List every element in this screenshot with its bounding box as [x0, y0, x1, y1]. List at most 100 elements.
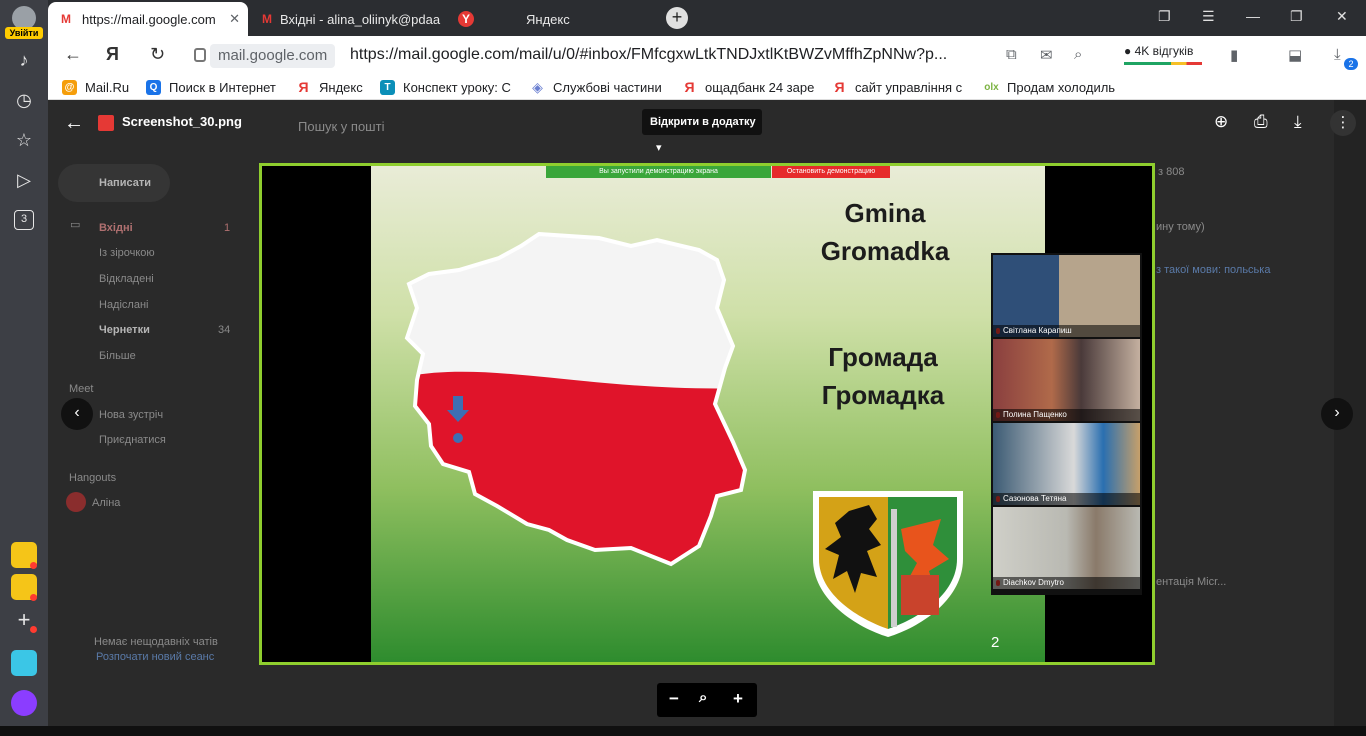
- participant-video[interactable]: Diachkov Dmytro: [993, 507, 1140, 589]
- participant-name: Diachkov Dmytro: [993, 577, 1140, 589]
- olx-icon: olx: [984, 82, 999, 93]
- viewer-toolbar: ← Screenshot_30.png Відкрити в додатку ▾…: [48, 100, 1366, 154]
- translate-icon[interactable]: ⧉: [1006, 46, 1017, 63]
- tab-gmail-active[interactable]: M https://mail.google.com ✕: [48, 2, 248, 36]
- poland-flag-map: [404, 231, 748, 567]
- yandex-icon: Я: [684, 79, 695, 95]
- start-chat-link[interactable]: Розпочати новий сеанс: [96, 651, 214, 663]
- tab-label: Вхідні - alina_oliinyk@pdaa: [280, 11, 441, 27]
- open-in-app-button[interactable]: Відкрити в додатку ▾: [642, 109, 762, 154]
- bookmark-item[interactable]: olx Продам холодиль: [984, 80, 1115, 95]
- bookmark-item[interactable]: Ясайт управління с: [832, 79, 963, 96]
- zoom-in-icon[interactable]: +: [733, 689, 743, 709]
- notification-dot: [30, 562, 37, 569]
- open-in-label: Відкрити в додатку: [650, 116, 756, 128]
- title-line: Gmina: [844, 198, 926, 228]
- zoom-controls: − ⌕ +: [657, 683, 757, 717]
- download-icon[interactable]: ⤓: [1294, 112, 1302, 132]
- dropdown-arrow-icon: ▾: [656, 142, 662, 154]
- slide-title-cyrillic: Громада Громадка: [799, 338, 967, 414]
- tab-label: Яндекс: [526, 11, 570, 27]
- nav-snoozed[interactable]: Відкладені: [99, 273, 154, 285]
- login-button[interactable]: Увійти: [5, 27, 43, 39]
- title-line: Громада: [828, 342, 938, 372]
- play-icon[interactable]: ▷: [12, 168, 36, 192]
- bookmark-item[interactable]: @ Mail.Ru: [62, 80, 129, 95]
- bookmark-label: сайт управління с: [855, 80, 963, 95]
- back-arrow-icon[interactable]: ←: [64, 112, 84, 135]
- compose-label: Написати: [99, 177, 151, 189]
- meet-new[interactable]: Нова зустріч: [99, 409, 163, 421]
- domain-chip[interactable]: mail.google.com: [210, 44, 336, 68]
- participant-video[interactable]: Світлана Карапиш: [993, 255, 1140, 337]
- tab-inbox[interactable]: M Вхідні - alina_oliinyk@pdaa: [252, 4, 442, 34]
- nav-drafts[interactable]: Чернетки: [99, 324, 150, 336]
- mail-icon[interactable]: ✉: [1040, 46, 1053, 64]
- downloads-icon[interactable]: ⤓: [1334, 46, 1341, 63]
- bookmark-label: Продам холодиль: [1007, 80, 1116, 95]
- nav-inbox[interactable]: Вхідні: [99, 222, 133, 234]
- nav-inbox-count: 1: [224, 222, 231, 234]
- next-image-button[interactable]: ›: [1321, 398, 1353, 430]
- minimize-icon[interactable]: —: [1246, 8, 1260, 24]
- add-to-drive-icon[interactable]: ⊕: [1214, 112, 1228, 132]
- bookmarks-bar: @ Mail.Ru Q Поиск в Интернет Я Яндекс T Конс…: [48, 76, 1366, 100]
- extensions-icon[interactable]: ⬓: [1288, 46, 1302, 64]
- mailru-icon: @: [62, 80, 77, 95]
- menu-icon[interactable]: ☰: [1202, 8, 1215, 25]
- lock-icon[interactable]: [194, 48, 206, 62]
- bookmark-item[interactable]: Я Яндекс: [296, 80, 362, 96]
- more-options-icon[interactable]: ⋮: [1330, 110, 1356, 136]
- yandex-icon: Я: [834, 79, 845, 95]
- image-preview: Вы запустили демонстрацию экрана Останов…: [259, 163, 1155, 665]
- tabs-counter-button[interactable]: 3: [14, 210, 34, 230]
- zoom-out-icon[interactable]: −: [669, 689, 679, 709]
- inbox-icon: ▭: [70, 219, 81, 231]
- slide-title-latin: Gmina Gromadka: [801, 194, 969, 270]
- tab-yandex[interactable]: Y Яндекс: [448, 4, 648, 34]
- file-name: Screenshot_30.png: [122, 114, 242, 129]
- new-tab-button[interactable]: +: [666, 7, 688, 29]
- meet-join[interactable]: Приєднатися: [99, 434, 166, 446]
- messenger-icon[interactable]: [11, 650, 37, 676]
- bookmark-item[interactable]: T Конспект уроку: С: [380, 80, 511, 95]
- zoom-reset-icon[interactable]: ⌕: [699, 689, 707, 706]
- bookmark-item[interactable]: ◈ Службові частини: [530, 80, 662, 96]
- slide-number: 2: [991, 634, 1000, 651]
- translate-text[interactable]: з такої мови: польська: [1156, 264, 1270, 276]
- close-tab-icon[interactable]: ✕: [229, 11, 240, 27]
- participant-video[interactable]: Полина Пащенко: [993, 339, 1140, 421]
- alice-icon[interactable]: [11, 690, 37, 716]
- previous-image-button[interactable]: ‹: [61, 398, 93, 430]
- bookmark-item[interactable]: Яощадбанк 24 заре: [682, 79, 814, 96]
- nav-sent[interactable]: Надіслані: [99, 299, 148, 311]
- url-field[interactable]: https://mail.google.com/mail/u/0/#inbox/…: [350, 46, 947, 64]
- participant-name: Світлана Карапиш: [993, 325, 1140, 337]
- star-icon[interactable]: ☆: [12, 128, 36, 152]
- search-icon[interactable]: ⌕: [1074, 46, 1082, 63]
- nav-starred[interactable]: Із зірочкою: [99, 247, 155, 259]
- participant-video[interactable]: Сазонова Тетяна: [993, 423, 1140, 505]
- reviews-widget[interactable]: ● 4K відгуків: [1124, 44, 1202, 65]
- hangouts-user[interactable]: Аліна: [92, 497, 120, 509]
- tab-label: https://mail.google.com: [82, 11, 216, 27]
- bookmark-icon[interactable]: ▮: [1230, 46, 1238, 64]
- yandex-home-icon[interactable]: Я: [106, 44, 119, 65]
- attachment-text[interactable]: ентація Micr...: [1156, 576, 1226, 588]
- back-icon[interactable]: ←: [64, 44, 82, 65]
- nav-more[interactable]: Більше: [99, 350, 136, 362]
- screen-share-status: Вы запустили демонстрацию экрана: [546, 166, 771, 178]
- comment-icon: ●: [1124, 44, 1132, 58]
- print-icon[interactable]: ⎙: [1254, 112, 1268, 132]
- user-avatar[interactable]: [66, 492, 86, 512]
- meet-header: Meet: [69, 383, 94, 395]
- restore-icon[interactable]: ❐: [1290, 8, 1303, 25]
- tabs-overview-icon[interactable]: ❐: [1158, 8, 1171, 25]
- reload-icon[interactable]: ↻: [150, 44, 165, 65]
- notification-dot-2: [30, 594, 37, 601]
- history-icon[interactable]: ◷: [12, 88, 36, 112]
- bookmark-item[interactable]: Q Поиск в Интернет: [146, 80, 276, 95]
- close-window-icon[interactable]: ✕: [1336, 8, 1348, 25]
- stop-share-button[interactable]: Остановить демонстрацию: [772, 166, 890, 178]
- bell-icon[interactable]: ♪: [12, 48, 36, 72]
